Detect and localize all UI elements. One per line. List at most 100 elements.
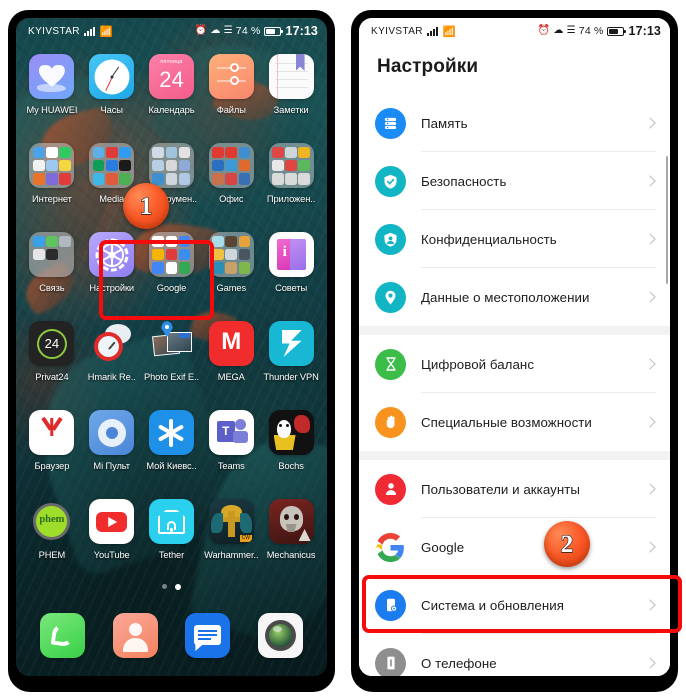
app-label: Tether (158, 550, 185, 560)
folder-cell-office[interactable]: Офис (201, 137, 261, 226)
folder-icon (148, 232, 194, 277)
app-label: Интернет (32, 194, 72, 204)
chevron-right-icon (644, 358, 656, 370)
app-cell-photo-exif[interactable]: Photo Exif E.. (142, 315, 202, 404)
my-kyivstar-icon (148, 410, 194, 455)
app-cell-teams[interactable]: T Teams (201, 404, 261, 493)
settings-scroll-area[interactable]: Память Безопасность Конфиденциальность Д… (359, 94, 670, 676)
app-cell-warhammer[interactable]: CW Warhammer.. (201, 493, 261, 582)
folder-cell-internet[interactable]: Интернет (22, 137, 82, 226)
settings-row-security[interactable]: Безопасность (359, 152, 670, 210)
app-label: Photo Exif E.. (144, 372, 199, 382)
app-cell-privat24[interactable]: 24 Privat24 (22, 315, 82, 404)
clock-label: 17:13 (285, 24, 318, 38)
app-cell-files[interactable]: Файлы (201, 48, 261, 137)
alarm-clock-icon: ⏰ (194, 25, 208, 36)
dock (16, 613, 327, 658)
app-cell-thunder-vpn[interactable]: Thunder VPN (261, 315, 321, 404)
app-cell-hmarik[interactable]: Hmarik Re.. (82, 315, 142, 404)
app-cell-bochs[interactable]: Bochs (261, 404, 321, 493)
app-row: My HUAWEI Часы пятница 24 Календарь Файл… (22, 48, 321, 137)
hand-icon (375, 406, 406, 438)
settings-row-storage[interactable]: Память (359, 94, 670, 152)
vertical-scrollbar[interactable] (665, 156, 668, 284)
app-cell-clock[interactable]: Часы (82, 48, 142, 137)
app-row: Связь Настройки Google Games i Советы (22, 226, 321, 315)
settings-row-label: Google (421, 539, 465, 555)
app-cell-mega[interactable]: M MEGA (201, 315, 261, 404)
app-cell-my-kyivstar[interactable]: Мой Киевс.. (142, 404, 202, 493)
chevron-right-icon (644, 233, 656, 245)
folder-cell-google[interactable]: Google (142, 226, 202, 315)
settings-group: Память Безопасность Конфиденциальность Д… (359, 94, 670, 326)
settings-row-digital-balance[interactable]: Цифровой баланс (359, 335, 670, 393)
user-icon (375, 473, 406, 505)
app-cell-tether[interactable]: Tether (142, 493, 202, 582)
mi-remote-icon (89, 410, 135, 455)
folder-icon (89, 143, 135, 188)
dock-item-phone[interactable] (26, 613, 99, 658)
screen-settings: KYIVSTAR 📶 ⏰ ☁ ☰ 74 % 17:13 Настройки Па… (359, 18, 670, 676)
folder-cell-games[interactable]: Games (201, 226, 261, 315)
folder-cell-contacts[interactable]: Связь (22, 226, 82, 315)
system-update-icon (375, 589, 406, 621)
calendar-icon: пятница 24 (148, 54, 194, 99)
notes-icon (268, 54, 314, 99)
app-label: PHEM (38, 550, 66, 560)
mechanicus-icon (268, 499, 314, 544)
location-pin-icon (375, 281, 406, 313)
page-dot-active[interactable] (175, 584, 181, 590)
screenshot-root: KYIVSTAR 📶 ⏰ ☁ ☰ 74 % 17:13 My HUAWEI Ча… (0, 0, 686, 700)
bluetooth-icon: ☁ (210, 25, 221, 36)
photo-exif-icon (149, 321, 194, 366)
home-screen-wallpaper: KYIVSTAR 📶 ⏰ ☁ ☰ 74 % 17:13 My HUAWEI Ча… (16, 18, 327, 676)
messages-icon (185, 613, 231, 658)
contacts-icon (112, 613, 158, 658)
dock-item-contacts[interactable] (99, 613, 172, 658)
settings-row-users-accounts[interactable]: Пользователи и аккаунты (359, 460, 670, 518)
status-bar-home: KYIVSTAR 📶 ⏰ ☁ ☰ 74 % 17:13 (16, 18, 327, 44)
app-cell-mi-remote[interactable]: Mi Пульт (82, 404, 142, 493)
app-cell-mechanicus[interactable]: Mechanicus (261, 493, 321, 582)
app-cell-calendar[interactable]: пятница 24 Календарь (142, 48, 202, 137)
chevron-right-icon (644, 483, 656, 495)
phone-frame-home: KYIVSTAR 📶 ⏰ ☁ ☰ 74 % 17:13 My HUAWEI Ча… (8, 10, 335, 692)
privat24-icon: 24 (29, 321, 75, 366)
google-g-icon (375, 532, 406, 563)
folder-cell-apps[interactable]: Приложен.. (261, 137, 321, 226)
settings-app-icon-home[interactable]: Настройки (82, 226, 142, 315)
shield-check-icon (375, 165, 406, 197)
app-label: Браузер (34, 461, 70, 471)
teams-icon: T (208, 410, 254, 455)
phone-frame-settings: KYIVSTAR 📶 ⏰ ☁ ☰ 74 % 17:13 Настройки Па… (351, 10, 678, 692)
app-cell-browser[interactable]: Браузер (22, 404, 82, 493)
app-cell-phem[interactable]: phem PHEM (22, 493, 82, 582)
chevron-right-icon (644, 416, 656, 428)
dock-item-messages[interactable] (172, 613, 245, 658)
page-title: Настройки (377, 56, 479, 77)
app-label: Warhammer.. (204, 550, 259, 560)
page-indicator-dots[interactable] (16, 584, 327, 590)
app-row: phem PHEM YouTube Tether CW Warhammer.. … (22, 493, 321, 582)
settings-row-accessibility[interactable]: Специальные возможности (359, 393, 670, 451)
app-label: Офис (219, 194, 244, 204)
settings-row-label: Безопасность (421, 173, 507, 189)
system-and-updates-row[interactable]: Система и обновления (359, 576, 670, 634)
page-dot[interactable] (162, 584, 167, 589)
settings-row-privacy[interactable]: Конфиденциальность (359, 210, 670, 268)
app-label: Games (216, 283, 247, 293)
settings-row-google[interactable]: Google (359, 518, 670, 576)
settings-row-label: Конфиденциальность (421, 231, 557, 247)
calendar-weekday-label: пятница (160, 59, 183, 65)
app-label: Заметки (273, 105, 309, 115)
app-cell-notes[interactable]: Заметки (261, 48, 321, 137)
dock-item-camera[interactable] (244, 613, 317, 658)
app-cell-youtube[interactable]: YouTube (82, 493, 142, 582)
settings-row-about-phone[interactable]: О телефоне (359, 634, 670, 676)
app-cell-my-huawei[interactable]: My HUAWEI (22, 48, 82, 137)
settings-row-location[interactable]: Данные о местоположении (359, 268, 670, 326)
group-spacer (359, 451, 670, 460)
mega-icon: M (208, 321, 254, 366)
app-cell-tips[interactable]: i Советы (261, 226, 321, 315)
carrier-label: KYIVSTAR (371, 25, 423, 37)
